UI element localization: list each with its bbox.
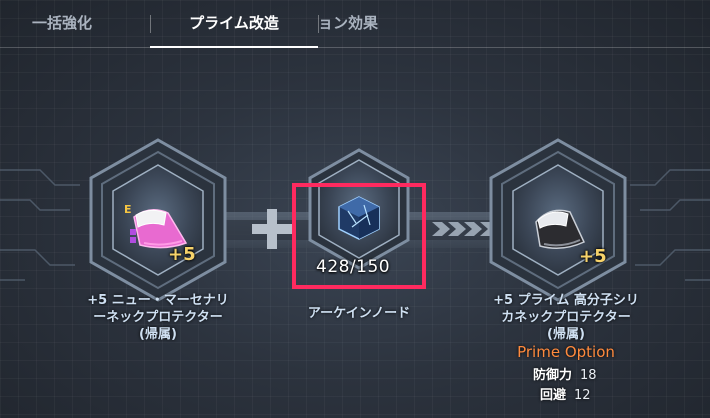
material-name: アーケインノード — [307, 306, 411, 321]
stat-defense: 防御力 18 — [533, 364, 597, 383]
result-name-line: +5 プライム 高分子シリ — [493, 293, 639, 308]
prime-option-title: Prime Option — [517, 343, 615, 361]
source-name-line: (帰属) — [139, 327, 177, 342]
stat-evasion: 回避 12 — [540, 384, 591, 403]
grade-letter: E — [124, 203, 132, 216]
result-plus-badge: +5 — [579, 246, 607, 267]
result-name-line: (帰属) — [547, 327, 585, 342]
stat-value: 18 — [580, 368, 597, 383]
result-name-line: カネックプロテクター — [501, 310, 631, 325]
stat-value: 12 — [574, 388, 591, 403]
stat-key: 防御力 — [533, 368, 573, 383]
stat-key: 回避 — [540, 388, 567, 403]
source-name-line: +5 ニュー・マーセナリ — [87, 293, 229, 308]
result-item-name: +5 プライム 高分子シリ カネックプロテクター (帰属) — [466, 292, 666, 343]
material-highlight-box — [292, 183, 426, 289]
source-item-name: +5 ニュー・マーセナリ ーネックプロテクター (帰属) — [58, 292, 258, 343]
source-plus-badge: +5 — [168, 244, 196, 265]
source-name-line: ーネックプロテクター — [93, 310, 223, 325]
